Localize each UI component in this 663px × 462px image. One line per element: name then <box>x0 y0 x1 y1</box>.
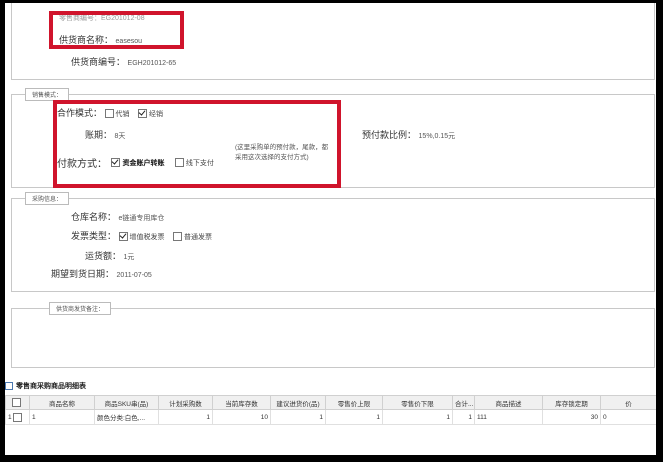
grid-title-text: 零售商采购商品明细表 <box>16 383 86 390</box>
remark-legend: 供货商发货备注： <box>49 302 112 315</box>
freight-value: 1元 <box>123 254 135 261</box>
highlight-box-supplier <box>49 11 184 49</box>
freight-row: 运货额： 1元 <box>85 249 134 262</box>
row-checkbox[interactable] <box>13 412 23 422</box>
grid-header-price-max[interactable]: 零售价上限 <box>325 395 383 410</box>
grid-header-name[interactable]: 商品名称 <box>29 395 95 410</box>
collapse-icon[interactable] <box>5 382 13 391</box>
supplier-code-value: EGH201012-65 <box>127 60 177 67</box>
grid-header-desc[interactable]: 商品描述 <box>474 395 543 410</box>
product-grid: 商品名称 商品SKU串(品) 计划采购数 当前库存数 建议进货价(品) 零售价上… <box>5 395 656 425</box>
table-row[interactable]: 1 1 颜色分类:白色,... 1 10 1 1 1 1 111 30 0 <box>5 409 656 425</box>
warehouse-label: 仓库名称： <box>71 212 117 222</box>
freight-label: 运货额： <box>85 251 122 261</box>
purchase-legend: 采购信息： <box>25 192 70 205</box>
cell-price: 0 <box>600 409 656 425</box>
prepay-row: 预付款比例： 15%,0.15元 <box>362 128 455 141</box>
supplier-code-row: 供货商编号： EGH201012-65 <box>71 55 176 68</box>
supplier-code-label: 供货商编号： <box>71 57 126 67</box>
cell-suggest-price: 1 <box>270 409 326 425</box>
invoice-type-row: 发票类型： 增值税发票 普通发票 <box>71 229 218 242</box>
invoice-normal-checkbox[interactable] <box>173 232 183 242</box>
remark-panel <box>11 308 655 368</box>
cell-sku: 颜色分类:白色,... <box>94 409 159 425</box>
invoice-type-label: 发票类型： <box>71 231 117 241</box>
cell-price-min: 1 <box>382 409 453 425</box>
grid-title: 零售商采购商品明细表 <box>5 381 656 393</box>
invoice-vat-label: 增值税发票 <box>129 233 165 241</box>
cell-name: 1 <box>29 409 95 425</box>
cell-price-max: 1 <box>325 409 383 425</box>
grid-header-stock[interactable]: 当前库存数 <box>212 395 271 410</box>
select-all-checkbox[interactable] <box>12 398 21 407</box>
highlight-box-sales <box>53 100 341 188</box>
invoice-vat-checkbox[interactable] <box>118 232 128 242</box>
prepay-label: 预付款比例： <box>362 130 417 140</box>
arrival-date-row: 期望到货日期： 2011-07-05 <box>51 267 152 280</box>
grid-header-price[interactable]: 价 <box>600 395 656 410</box>
row-index-cell[interactable]: 1 <box>5 409 30 425</box>
invoice-normal-label: 普通发票 <box>184 233 213 241</box>
row-index: 1 <box>8 413 12 421</box>
cell-plan-qty: 1 <box>158 409 213 425</box>
warehouse-value: e链通专用库仓 <box>118 215 165 222</box>
grid-header-lock-period[interactable]: 库存锁定期 <box>542 395 601 410</box>
cell-lock-period: 30 <box>542 409 601 425</box>
arrival-date-value: 2011-07-05 <box>116 272 152 279</box>
grid-header-price-min[interactable]: 零售价下限 <box>382 395 453 410</box>
grid-header-row: 商品名称 商品SKU串(品) 计划采购数 当前库存数 建议进货价(品) 零售价上… <box>5 395 656 410</box>
grid-header-sku[interactable]: 商品SKU串(品) <box>94 395 159 410</box>
prepay-value: 15%,0.15元 <box>418 133 456 140</box>
grid-header-total[interactable]: 合计... <box>452 395 475 410</box>
grid-header-select[interactable] <box>5 395 30 410</box>
cell-desc: 111 <box>474 409 543 425</box>
warehouse-row: 仓库名称： e链通专用库仓 <box>71 210 164 223</box>
grid-header-plan-qty[interactable]: 计划采购数 <box>158 395 213 410</box>
arrival-date-label: 期望到货日期： <box>51 269 115 279</box>
cell-stock: 10 <box>212 409 271 425</box>
order-form-screen: 零售商编号：EG201012-08 供货商名称： easesou 供货商编号： … <box>5 3 656 455</box>
cell-total: 1 <box>452 409 475 425</box>
grid-header-suggest-price[interactable]: 建议进货价(品) <box>270 395 326 410</box>
